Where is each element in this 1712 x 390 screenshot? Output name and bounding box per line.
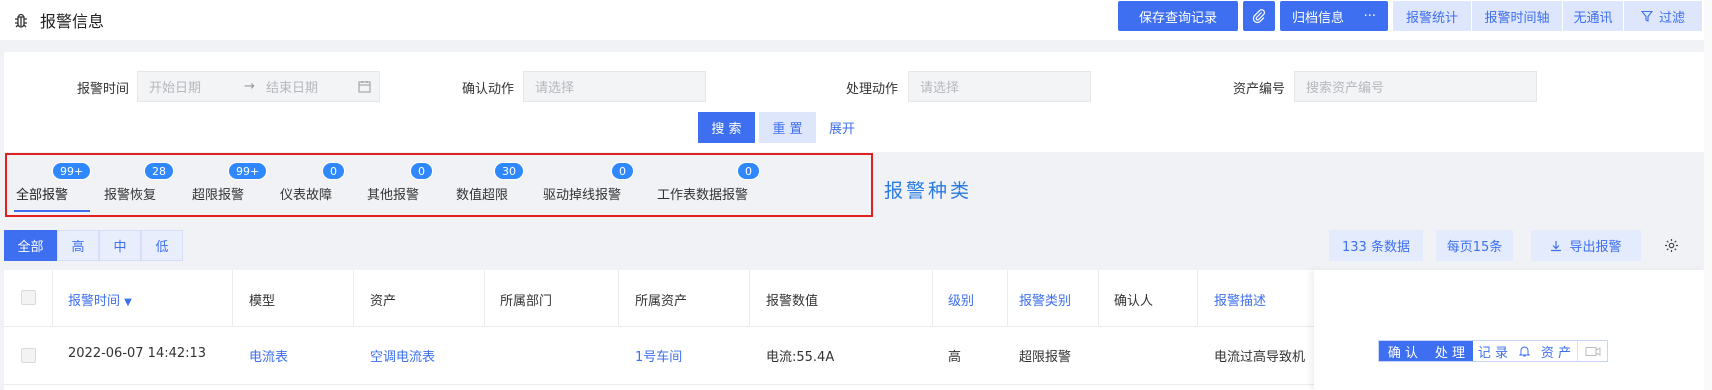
- alarm-time-label: 报警时间: [77, 82, 130, 97]
- bell-button[interactable]: [1513, 341, 1535, 361]
- col-header-time[interactable]: 报警时间 ▼: [68, 290, 132, 309]
- start-date-input[interactable]: 开始日期: [149, 77, 244, 96]
- col-divider: [52, 270, 53, 326]
- level-low-button[interactable]: 低: [141, 230, 183, 261]
- page-title: 报警信息: [40, 12, 105, 31]
- cell-category: 超限报警: [1019, 350, 1072, 365]
- cell-parent-asset-link[interactable]: 1号车间: [635, 346, 682, 365]
- operations-column: 确 认 处 理 记 录 资 产: [1314, 270, 1704, 390]
- more-icon[interactable]: ···: [1364, 9, 1376, 24]
- reset-button[interactable]: 重 置: [759, 112, 816, 143]
- cell-time: 2022-06-07 14:42:13: [68, 346, 207, 361]
- cell-level: 高: [948, 350, 962, 365]
- sort-down-icon[interactable]: ▼: [124, 297, 132, 308]
- filter-icon: [1640, 10, 1653, 22]
- settings-icon[interactable]: [1664, 238, 1679, 253]
- confirm-button[interactable]: 确 认: [1379, 341, 1427, 361]
- scrollbar[interactable]: [1704, 0, 1712, 390]
- cell-asset-link[interactable]: 空调电流表: [370, 346, 435, 365]
- handle-button[interactable]: 处 理: [1427, 341, 1473, 361]
- record-count: 133 条数据: [1329, 230, 1423, 261]
- confirm-action-label: 确认动作: [462, 82, 515, 97]
- col-header-parent-asset: 所属资产: [635, 294, 688, 309]
- col-divider: [484, 270, 485, 326]
- asset-number-label: 资产编号: [1233, 82, 1286, 97]
- col-divider: [232, 270, 233, 326]
- bell-icon: [1518, 345, 1530, 357]
- save-query-button[interactable]: 保存查询记录: [1118, 1, 1238, 31]
- col-divider: [1197, 270, 1198, 326]
- download-icon: [1550, 240, 1562, 252]
- col-divider: [618, 270, 619, 326]
- archive-button[interactable]: 归档信息 ···: [1280, 1, 1388, 31]
- range-arrow: →: [244, 79, 255, 94]
- cell-model-link[interactable]: 电流表: [249, 346, 288, 365]
- col-divider: [749, 270, 750, 326]
- col-header-model: 模型: [249, 294, 276, 309]
- alarm-table: 报警时间 ▼ 模型 资产 所属部门 所属资产 报警数值 级别 报警类别 确认人 …: [4, 270, 1704, 390]
- col-header-asset: 资产: [370, 294, 397, 309]
- filter-button[interactable]: 过滤: [1624, 1, 1702, 31]
- header-toolbar: 保存查询记录 归档信息 ··· 报警统计 报警时间轴 无通讯 过滤: [1118, 0, 1702, 32]
- col-header-dept: 所属部门: [500, 294, 553, 309]
- col-divider: [1007, 270, 1008, 326]
- filter-label: 过滤: [1658, 10, 1685, 26]
- alarm-timeline-button[interactable]: 报警时间轴: [1472, 1, 1562, 31]
- level-filter: 全部 高 中 低: [4, 230, 183, 261]
- video-icon: [1585, 346, 1601, 357]
- search-button[interactable]: 搜 索: [698, 112, 755, 143]
- col-header-time-label: 报警时间: [68, 294, 121, 309]
- record-button[interactable]: 记 录: [1473, 341, 1513, 361]
- alarm-types-annotation: 报警种类: [884, 180, 973, 202]
- row-actions: 确 认 处 理 记 录 资 产: [1378, 340, 1608, 362]
- handle-action-select[interactable]: 请选择: [908, 71, 1091, 102]
- page-header: 报警信息: [0, 8, 104, 32]
- col-divider: [932, 270, 933, 326]
- asset-button[interactable]: 资 产: [1535, 341, 1577, 361]
- cell-value: 电流:55.4A: [766, 350, 835, 365]
- video-button[interactable]: [1577, 341, 1607, 361]
- handle-action-label: 处理动作: [846, 82, 899, 97]
- archive-label: 归档信息: [1292, 10, 1345, 26]
- col-header-level[interactable]: 级别: [948, 290, 974, 309]
- col-header-confirmer: 确认人: [1114, 294, 1154, 309]
- export-label: 导出报警: [1569, 240, 1622, 255]
- calendar-icon: [358, 80, 371, 93]
- alarm-stats-button[interactable]: 报警统计: [1393, 1, 1471, 31]
- view-button-group: 报警统计 报警时间轴 无通讯 过滤: [1393, 1, 1702, 31]
- row-checkbox[interactable]: [21, 348, 36, 363]
- level-medium-button[interactable]: 中: [99, 230, 141, 261]
- end-date-input[interactable]: 结束日期: [266, 77, 358, 96]
- cell-desc: 电流过高导致机: [1214, 350, 1306, 365]
- col-divider: [353, 270, 354, 326]
- confirm-action-select[interactable]: 请选择: [523, 71, 706, 102]
- page-size-select[interactable]: 每页15条: [1436, 230, 1513, 261]
- col-divider: [1098, 270, 1099, 326]
- export-alarm-button[interactable]: 导出报警: [1531, 230, 1641, 261]
- asset-number-input[interactable]: 搜索资产编号: [1294, 71, 1537, 102]
- level-high-button[interactable]: 高: [57, 230, 99, 261]
- bug-icon: [12, 11, 30, 29]
- highlight-box: [5, 153, 873, 217]
- expand-link[interactable]: 展开: [822, 112, 862, 143]
- no-comm-button[interactable]: 无通讯: [1563, 1, 1623, 31]
- select-all-checkbox[interactable]: [21, 290, 36, 305]
- date-range-picker[interactable]: 开始日期 → 结束日期: [137, 71, 380, 102]
- paperclip-icon: [1252, 9, 1266, 23]
- col-header-category[interactable]: 报警类别: [1019, 290, 1071, 309]
- attachment-button[interactable]: [1243, 1, 1275, 31]
- level-all-button[interactable]: 全部: [4, 230, 57, 261]
- col-header-desc[interactable]: 报警描述: [1214, 290, 1266, 309]
- col-header-value: 报警数值: [766, 294, 819, 309]
- search-panel: 报警时间 开始日期 → 结束日期 确认动作 请选择 处理动作 请选择 资产编号 …: [4, 52, 1704, 152]
